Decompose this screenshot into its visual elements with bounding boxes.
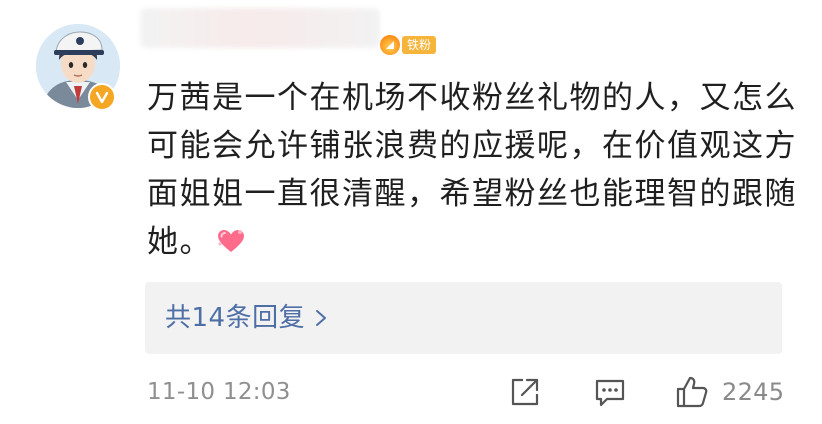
- like-button[interactable]: 2245: [674, 372, 784, 412]
- username-redacted[interactable]: [140, 8, 380, 48]
- fan-badge-icon: [380, 35, 400, 55]
- view-replies-link[interactable]: 共14条回复: [165, 301, 327, 335]
- timestamp: 11-10 12:03: [147, 379, 291, 405]
- replies-panel: 共14条回复: [145, 282, 782, 354]
- comment-button[interactable]: [593, 372, 627, 412]
- replies-label: 共14条回复: [165, 303, 306, 333]
- share-icon: [511, 378, 539, 406]
- fan-badge-label: 铁粉: [402, 36, 437, 54]
- thumbs-up-icon: [676, 376, 708, 408]
- comment-footer: 11-10 12:03 2245: [0, 368, 822, 418]
- share-button[interactable]: [508, 372, 542, 412]
- verified-v-icon: [88, 83, 116, 111]
- heart-emoji: [218, 230, 244, 252]
- comment-text-block: 万茜是一个在机场不收粉丝礼物的人，又怎么可能会允许铺张浪费的应援呢，在价值观这方…: [147, 74, 797, 266]
- fan-badge: 铁粉: [380, 34, 437, 56]
- like-count: 2245: [722, 378, 785, 406]
- comment-icon: [595, 379, 625, 407]
- chevron-right-icon: [316, 310, 327, 326]
